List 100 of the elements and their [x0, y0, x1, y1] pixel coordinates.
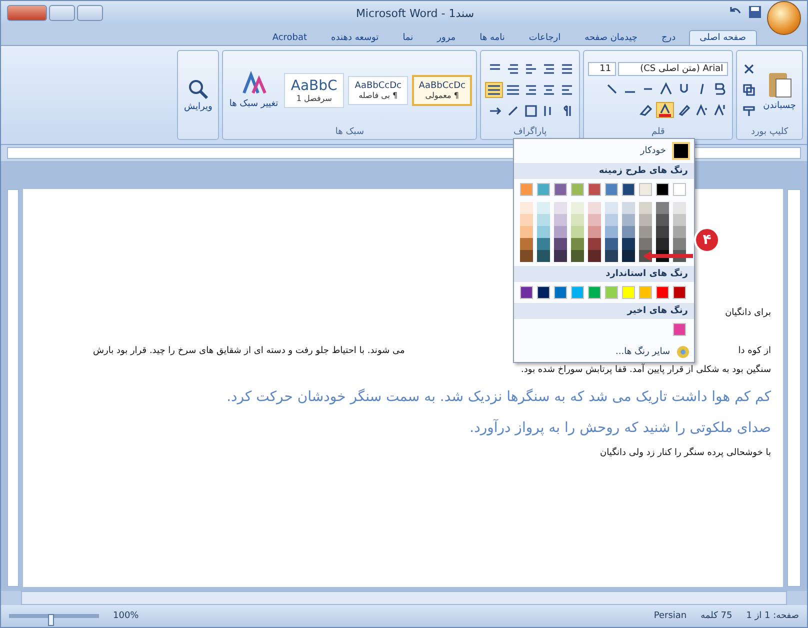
color-swatch[interactable] — [656, 214, 669, 226]
ribbon-tab[interactable]: نما — [392, 30, 424, 45]
ribbon-tab[interactable]: ارجاعات — [518, 30, 572, 45]
color-swatch[interactable] — [520, 226, 533, 238]
color-swatch[interactable] — [622, 214, 635, 226]
color-swatch[interactable] — [571, 214, 584, 226]
ribbon-tab[interactable]: Acrobat — [261, 30, 318, 45]
align-icon[interactable] — [505, 82, 522, 98]
color-swatch[interactable] — [656, 226, 669, 238]
minimize-button[interactable] — [77, 5, 103, 21]
justify-button[interactable] — [485, 82, 504, 98]
color-swatch[interactable] — [554, 202, 567, 214]
color-swatch[interactable] — [554, 250, 567, 262]
color-swatch[interactable] — [571, 286, 584, 299]
color-swatch[interactable] — [571, 202, 584, 214]
clear-format-icon[interactable] — [638, 102, 654, 118]
color-swatch[interactable] — [537, 238, 550, 250]
color-swatch[interactable] — [622, 202, 635, 214]
color-swatch[interactable] — [571, 183, 584, 196]
format-painter-icon[interactable] — [741, 103, 758, 119]
color-swatch[interactable] — [622, 226, 635, 238]
zoom-level[interactable]: 100% — [113, 611, 139, 621]
more-colors-option[interactable]: سایر رنگ ها... — [514, 342, 694, 362]
color-swatch[interactable] — [622, 238, 635, 250]
ribbon-tab[interactable]: مرور — [426, 30, 467, 45]
highlight-icon[interactable] — [676, 102, 692, 118]
color-swatch[interactable] — [639, 226, 652, 238]
color-swatch[interactable] — [673, 323, 686, 336]
maximize-button[interactable] — [49, 5, 75, 21]
color-swatch[interactable] — [520, 238, 533, 250]
color-swatch[interactable] — [639, 214, 652, 226]
color-swatch[interactable] — [656, 202, 669, 214]
color-swatch[interactable] — [605, 214, 618, 226]
ribbon-tab[interactable]: چیدمان صفحه — [574, 30, 648, 45]
color-swatch[interactable] — [554, 214, 567, 226]
color-swatch[interactable] — [622, 250, 635, 262]
zoom-slider-thumb[interactable] — [48, 614, 54, 626]
change-styles-button[interactable]: تغییر سبک ها — [227, 71, 280, 109]
color-swatch[interactable] — [571, 226, 584, 238]
color-swatch[interactable] — [520, 214, 533, 226]
font-name-field[interactable]: Arial (متن اصلی CS) — [618, 62, 728, 76]
color-swatch[interactable] — [605, 183, 618, 196]
color-swatch[interactable] — [673, 226, 686, 238]
color-swatch[interactable] — [520, 250, 533, 262]
color-swatch[interactable] — [588, 214, 601, 226]
color-swatch[interactable] — [554, 183, 567, 196]
save-icon[interactable] — [746, 5, 763, 21]
copy-icon[interactable] — [741, 82, 758, 98]
color-swatch[interactable] — [605, 202, 618, 214]
color-swatch[interactable] — [554, 226, 567, 238]
color-swatch[interactable] — [571, 238, 584, 250]
color-swatch[interactable] — [588, 250, 601, 262]
office-button[interactable] — [766, 1, 801, 35]
paste-button[interactable]: چسباندن — [761, 69, 798, 111]
color-swatch[interactable] — [605, 286, 618, 299]
font-size-field[interactable]: 11 — [588, 62, 616, 76]
color-swatch[interactable] — [639, 286, 652, 299]
format-icon[interactable] — [658, 81, 674, 97]
ribbon-tab[interactable]: نامه ها — [468, 30, 516, 45]
color-swatch[interactable] — [537, 226, 550, 238]
color-swatch[interactable] — [588, 226, 601, 238]
format-icon[interactable] — [712, 81, 728, 97]
color-swatch[interactable] — [554, 238, 567, 250]
color-swatch[interactable] — [537, 183, 550, 196]
color-swatch[interactable] — [588, 286, 601, 299]
color-swatch[interactable] — [673, 286, 686, 299]
color-swatch[interactable] — [588, 238, 601, 250]
close-button[interactable] — [7, 5, 47, 21]
color-swatch[interactable] — [673, 202, 686, 214]
color-swatch[interactable] — [639, 238, 652, 250]
ribbon-tab[interactable]: درج — [650, 30, 687, 45]
color-swatch[interactable] — [605, 250, 618, 262]
color-swatch[interactable] — [537, 214, 550, 226]
color-swatch[interactable] — [673, 238, 686, 250]
color-swatch[interactable] — [588, 202, 601, 214]
color-swatch[interactable] — [656, 183, 669, 196]
color-swatch[interactable] — [520, 286, 533, 299]
font-color-button[interactable] — [656, 102, 674, 118]
color-swatch[interactable] — [605, 226, 618, 238]
color-swatch[interactable] — [673, 183, 686, 196]
color-swatch[interactable] — [622, 286, 635, 299]
color-swatch[interactable] — [571, 250, 584, 262]
color-swatch[interactable] — [554, 286, 567, 299]
color-swatch[interactable] — [537, 202, 550, 214]
color-swatch[interactable] — [605, 238, 618, 250]
color-swatch[interactable] — [673, 214, 686, 226]
horizontal-scrollbar[interactable] — [21, 591, 787, 605]
color-swatch[interactable] — [656, 286, 669, 299]
color-swatch[interactable] — [588, 183, 601, 196]
ribbon-tab[interactable]: توسعه دهنده — [320, 30, 390, 45]
color-swatch[interactable] — [656, 238, 669, 250]
automatic-color-option[interactable]: خودکار — [514, 139, 694, 163]
color-swatch[interactable] — [639, 202, 652, 214]
color-swatch[interactable] — [639, 183, 652, 196]
color-swatch[interactable] — [537, 250, 550, 262]
color-swatch[interactable] — [622, 183, 635, 196]
language-indicator[interactable]: Persian — [654, 611, 687, 621]
color-swatch[interactable] — [520, 202, 533, 214]
color-swatch[interactable] — [520, 183, 533, 196]
ribbon-tab[interactable]: صفحه اصلی — [688, 30, 757, 45]
